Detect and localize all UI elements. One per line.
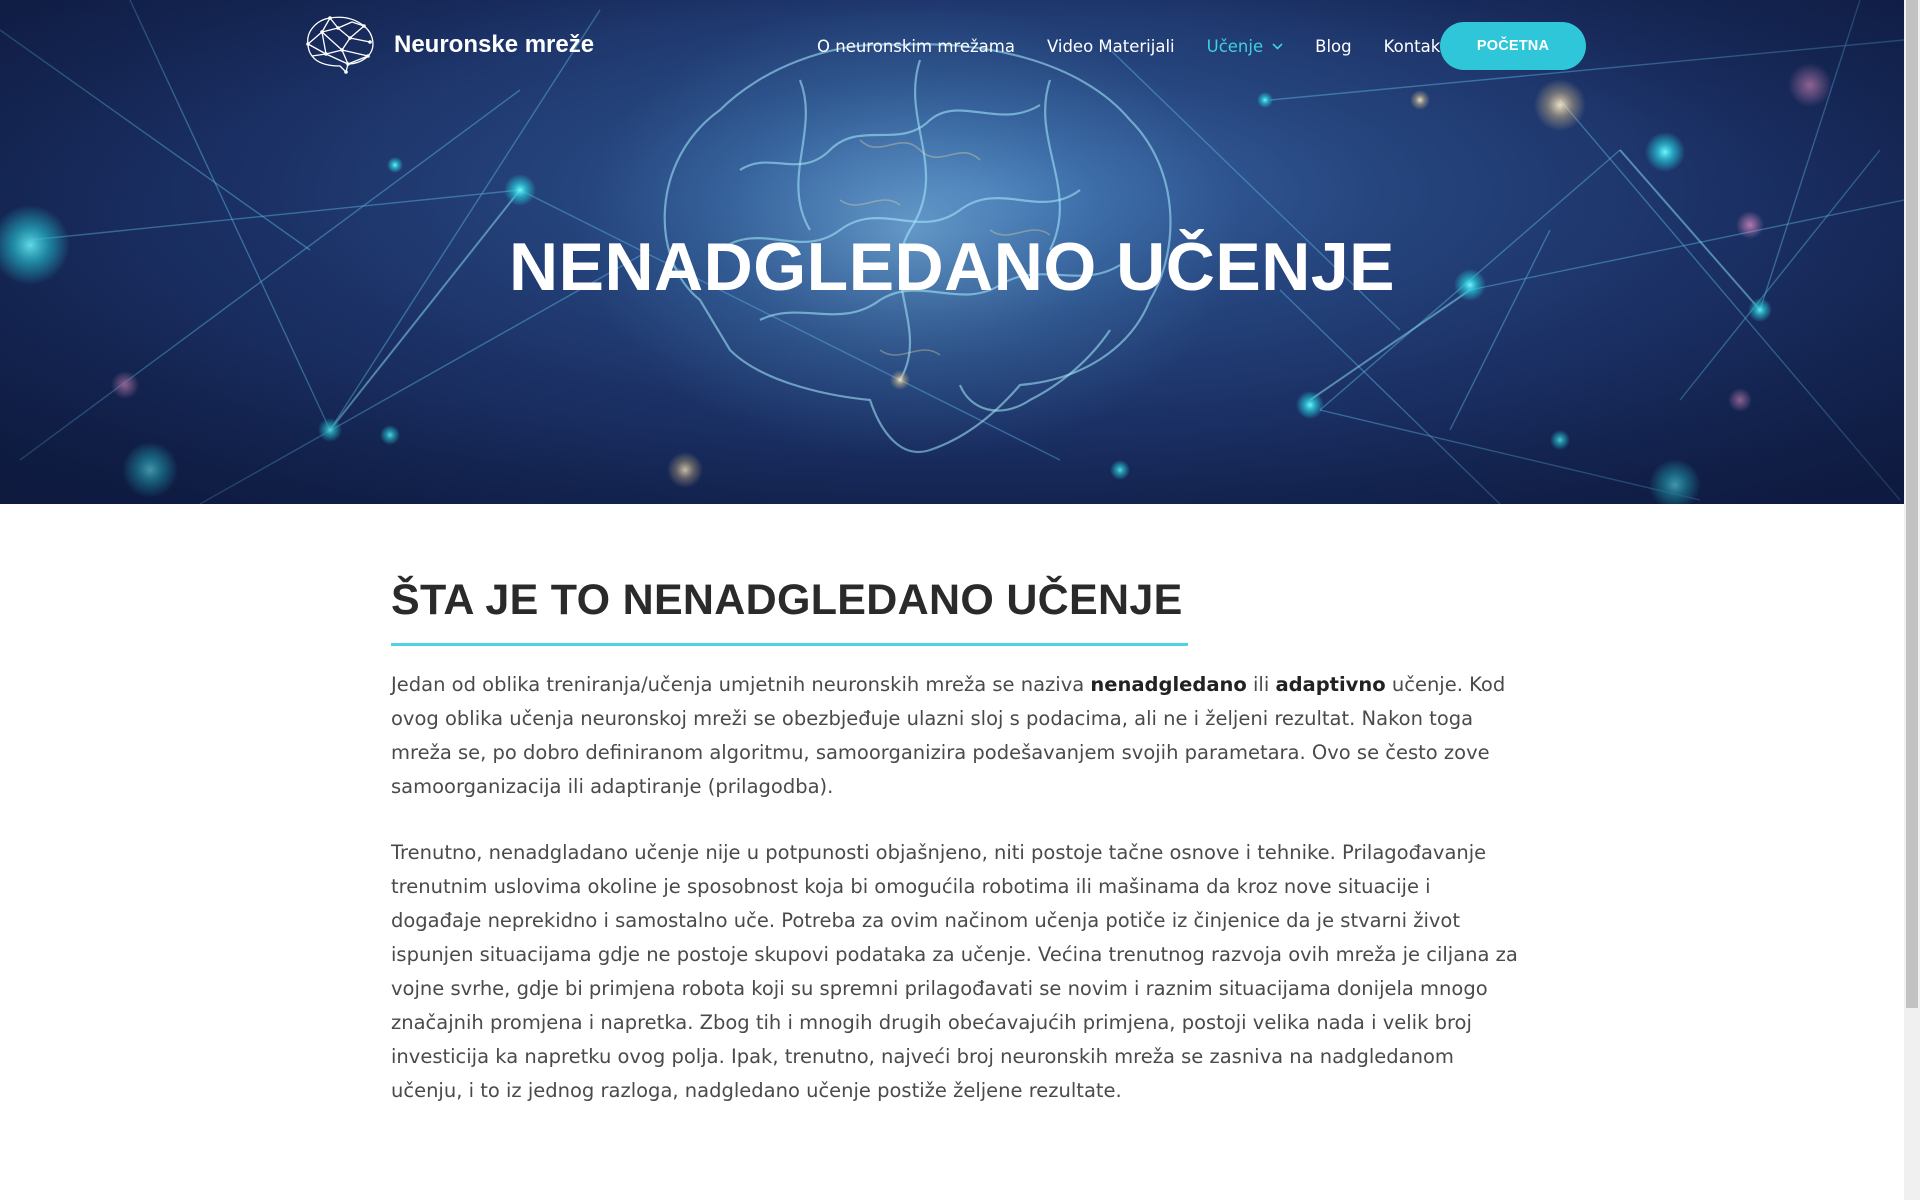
hero-banner: Neuronske mreže O neuronskim mrežama Vid… — [0, 0, 1904, 504]
site-header: Neuronske mreže O neuronskim mrežama Vid… — [0, 0, 1904, 92]
nav-item-video-materijali[interactable]: Video Materijali — [1047, 37, 1175, 56]
paragraph-1-text-a: Jedan od oblika treniranja/učenja umjetn… — [391, 673, 1091, 696]
pocetna-button[interactable]: POČETNA — [1440, 22, 1586, 70]
paragraph-1-bold-nenadgledano: nenadgledano — [1090, 673, 1247, 696]
page-scrollbar[interactable] — [1904, 0, 1920, 1200]
nav-item-ucenje-label: Učenje — [1206, 36, 1264, 56]
nav-item-blog[interactable]: Blog — [1315, 37, 1351, 56]
scrollbar-thumb[interactable] — [1906, 0, 1918, 1008]
paragraph-1: Jedan od oblika treniranja/učenja umjetn… — [391, 668, 1521, 804]
section-title: ŠTA JE TO NENADGLEDANO UČENJE — [391, 576, 1183, 624]
page: Neuronske mreže O neuronskim mrežama Vid… — [0, 0, 1920, 1200]
main-nav: O neuronskim mrežama Video Materijali Uč… — [817, 22, 1479, 70]
section-title-underline — [391, 643, 1188, 646]
paragraph-2: Trenutno, nenadgladano učenje nije u pot… — [391, 841, 1518, 1102]
brand[interactable]: Neuronske mreže — [302, 14, 594, 76]
brand-name[interactable]: Neuronske mreže — [394, 31, 594, 59]
nav-item-ucenje[interactable]: Učenje — [1207, 37, 1284, 56]
nav-item-o-neuronskim-mrezama[interactable]: O neuronskim mrežama — [817, 37, 1015, 56]
paragraph-1-bold-adaptivno: adaptivno — [1275, 673, 1386, 696]
nav-item-kontakt[interactable]: Kontakt — [1384, 37, 1447, 56]
chevron-down-icon — [1272, 42, 1283, 50]
brain-polygon-icon[interactable] — [302, 14, 378, 76]
paragraph-1-text-b: ili — [1246, 673, 1276, 696]
hero-title: NENADGLEDANO UČENJE — [508, 229, 1396, 305]
